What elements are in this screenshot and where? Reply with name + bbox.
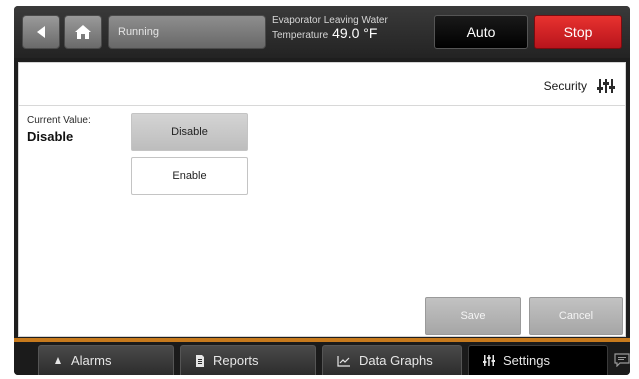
- home-button[interactable]: [64, 15, 102, 49]
- auto-button[interactable]: Auto: [434, 15, 528, 49]
- chat-bubble-icon: [614, 353, 630, 367]
- status-text: Running: [118, 26, 159, 38]
- header-bar: Running Evaporator Leaving Water Tempera…: [14, 6, 630, 58]
- panel-title-text: Security: [543, 79, 587, 93]
- tab-settings[interactable]: Settings: [468, 345, 608, 375]
- tab-alarms[interactable]: Alarms: [38, 345, 174, 375]
- settings-panel: Security Current Value: Disable Disable …: [18, 62, 626, 337]
- temp-value: 49.0 °F: [332, 25, 378, 41]
- disable-option-label: Disable: [171, 126, 208, 138]
- tab-reports-label: Reports: [213, 353, 259, 368]
- tab-data-graphs-label: Data Graphs: [359, 353, 433, 368]
- back-button[interactable]: [22, 15, 60, 49]
- app-frame: Running Evaporator Leaving Water Tempera…: [14, 6, 630, 375]
- cancel-label: Cancel: [558, 310, 594, 322]
- tab-alarms-label: Alarms: [71, 353, 112, 368]
- stop-button[interactable]: Stop: [534, 15, 622, 49]
- disable-option-button[interactable]: Disable: [131, 113, 248, 151]
- save-button[interactable]: Save: [425, 297, 521, 335]
- enable-option-button[interactable]: Enable: [131, 157, 248, 195]
- auto-label: Auto: [466, 24, 496, 40]
- bell-icon: [55, 356, 61, 364]
- home-icon: [75, 25, 91, 39]
- cancel-button[interactable]: Cancel: [529, 297, 623, 335]
- tab-reports[interactable]: Reports: [180, 345, 316, 375]
- bottom-tab-bar: Alarms Reports Data Graphs Settings: [14, 342, 630, 375]
- temp-label-line2: Temperature: [272, 30, 329, 41]
- tab-settings-label: Settings: [503, 353, 550, 368]
- settings-sliders-icon: [483, 355, 495, 366]
- panel-title: Security: [544, 75, 615, 97]
- line-chart-icon: [337, 355, 350, 367]
- divider: [19, 105, 625, 106]
- document-icon: [196, 354, 204, 367]
- tab-data-graphs[interactable]: Data Graphs: [322, 345, 462, 375]
- stop-label: Stop: [563, 24, 593, 40]
- chat-button[interactable]: [612, 348, 630, 372]
- save-label: Save: [460, 310, 486, 322]
- current-value-label: Current Value:: [27, 115, 91, 126]
- temperature-readout: Evaporator Leaving Water Temperature 49.…: [272, 14, 422, 50]
- enable-option-label: Enable: [172, 170, 207, 182]
- settings-sliders-icon: [597, 79, 615, 93]
- current-value: Disable: [27, 129, 74, 144]
- back-arrow-icon: [37, 26, 45, 38]
- status-indicator: Running: [108, 15, 266, 49]
